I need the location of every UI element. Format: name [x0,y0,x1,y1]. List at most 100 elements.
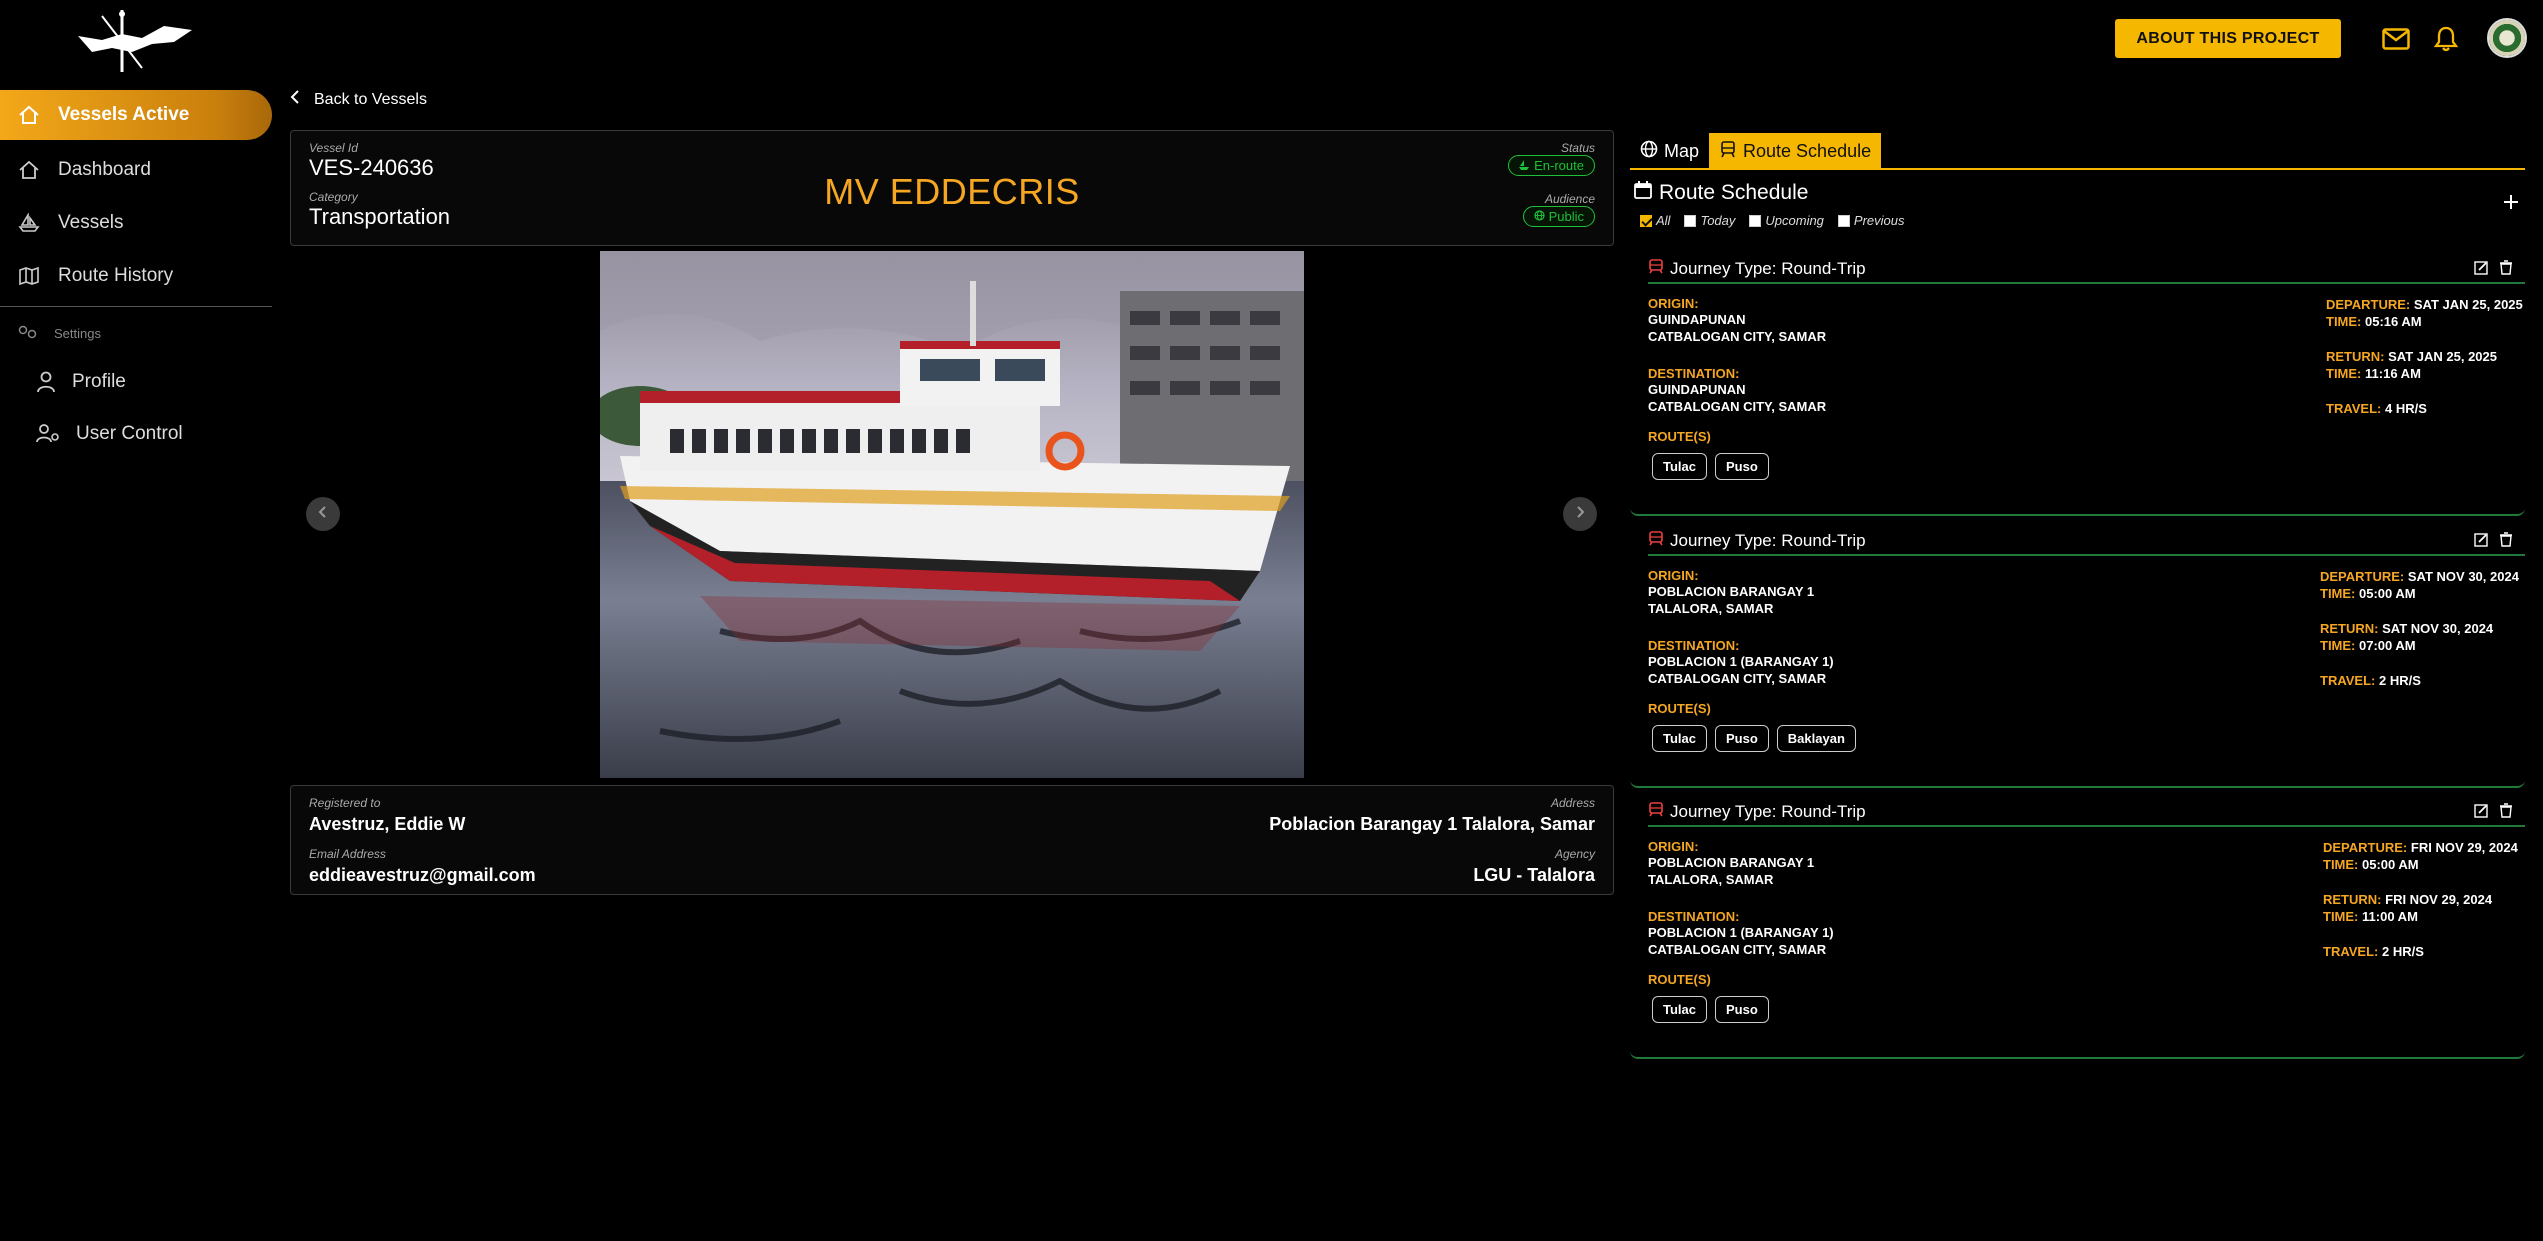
owner-info-card: Registered to Avestruz, Eddie W Email Ad… [290,785,1614,895]
vessel-name: MV EDDECRIS [824,171,1080,212]
route-chip[interactable]: Tulac [1652,725,1707,752]
destination-line1: POBLACION 1 (BARANGAY 1) [1648,925,1834,940]
trash-icon[interactable] [2499,803,2513,823]
schedule-filters: All Today Upcoming Previous [1640,213,1905,228]
globe-icon [1640,140,1658,163]
home-outline-icon [18,159,40,181]
chevron-right-icon [1575,505,1585,524]
journey-type: Journey Type: Round-Trip [1648,530,1866,551]
tab-route-schedule[interactable]: Route Schedule [1709,133,1882,169]
audience-badge: Public [1522,206,1595,227]
journey-divider [1648,282,2525,284]
carousel-next-button[interactable] [1563,497,1597,531]
mail-icon[interactable] [2381,24,2411,54]
view-tabs: Map Route Schedule [1630,133,1882,169]
carousel-prev-button[interactable] [306,497,340,531]
edit-icon[interactable] [2474,532,2489,552]
profile-avatar[interactable] [2487,18,2527,58]
sidebar-item-label: Route History [58,264,174,286]
about-project-button[interactable]: ABOUT THIS PROJECT [2115,19,2341,58]
address-value: Poblacion Barangay 1 Talalora, Samar [1269,814,1595,834]
filter-checkbox[interactable] [1837,214,1850,227]
destination-line2: CATBALOGAN CITY, SAMAR [1648,942,1827,957]
destination-line1: GUINDAPUNAN [1648,382,1746,397]
globe-small-icon [1533,209,1545,224]
plus-icon [2502,186,2520,217]
destination-line1: POBLACION 1 (BARANGAY 1) [1648,654,1834,669]
destination-line2: CATBALOGAN CITY, SAMAR [1648,399,1827,414]
journey-card: Journey Type: Round-Trip ORIGIN: POBLACI… [1630,530,2525,788]
tab-underline [1630,168,2525,170]
route-chip[interactable]: Tulac [1652,453,1707,480]
sidebar-item-user-control[interactable]: User Control [36,423,183,445]
route-chip[interactable]: Puso [1715,453,1769,480]
app-logo[interactable] [72,8,208,74]
settings-section-label: Settings [18,325,101,342]
audience-label: Audience [1544,192,1595,206]
sidebar-item-label: Vessels [58,211,124,233]
trash-icon[interactable] [2499,260,2513,280]
filter-upcoming[interactable]: Upcoming [1749,213,1824,228]
vessel-info-card: Vessel Id VES-240636 Category Transporta… [290,130,1614,246]
sidebar-item-profile[interactable]: Profile [36,371,126,393]
filter-checkbox[interactable] [1684,214,1697,227]
schedule-times: DEPARTURE: SAT NOV 30, 2024 TIME: 05:00 … [2320,569,2519,688]
tab-map[interactable]: Map [1630,133,1709,169]
sidebar: Vessels Active Dashboard Vessels Route H… [0,90,275,302]
email-label: Email Address [309,847,386,861]
origin-line2: CATBALOGAN CITY, SAMAR [1648,329,1827,344]
email-value: eddieavestruz@gmail.com [309,865,536,885]
sidebar-item-label: Vessels Active [58,104,190,125]
trash-icon[interactable] [2499,532,2513,552]
registered-name: Avestruz, Eddie W [309,814,466,834]
route-chip[interactable]: Tulac [1652,996,1707,1023]
add-schedule-button[interactable] [2502,188,2520,216]
origin-line1: POBLACION BARANGAY 1 [1648,584,1815,599]
route-chips: Tulac Puso [1652,996,1769,1023]
journey-type: Journey Type: Round-Trip [1648,801,1866,822]
sidebar-item-vessels-active[interactable]: Vessels Active [0,90,272,140]
sidebar-item-dashboard[interactable]: Dashboard [0,143,275,196]
map-icon [18,265,40,287]
sidebar-divider [0,306,272,307]
bus-red-icon [1648,801,1664,822]
back-to-vessels-link[interactable]: Back to Vessels [290,90,427,109]
route-chips: Tulac Puso [1652,453,1769,480]
home-icon [18,104,40,126]
filter-today[interactable]: Today [1684,213,1735,228]
bell-icon[interactable] [2431,24,2461,54]
route-chip[interactable]: Puso [1715,725,1769,752]
bus-red-icon [1648,258,1664,279]
address-label: Address [1550,796,1595,810]
edit-icon[interactable] [2474,260,2489,280]
origin-line1: POBLACION BARANGAY 1 [1648,855,1815,870]
sidebar-item-route-history[interactable]: Route History [0,249,275,302]
person-icon [36,371,56,393]
origin-line2: TALALORA, SAMAR [1648,872,1774,887]
sidebar-item-label: Dashboard [58,158,151,180]
filter-all[interactable]: All [1640,213,1670,228]
edit-icon[interactable] [2474,803,2489,823]
schedule-times: DEPARTURE: FRI NOV 29, 2024 TIME: 05:00 … [2323,840,2518,959]
schedule-times: DEPARTURE: SAT JAN 25, 2025 TIME: 05:16 … [2326,297,2523,416]
origin-line1: GUINDAPUNAN [1648,312,1746,327]
filter-previous[interactable]: Previous [1837,213,1905,228]
journey-card: Journey Type: Round-Trip ORIGIN: POBLACI… [1630,801,2525,1059]
filter-checkbox[interactable] [1640,214,1652,227]
settings-icon [18,325,38,342]
ship-icon [18,212,40,234]
journey-divider [1648,825,2525,827]
users-gear-icon [36,423,60,445]
calendar-icon [1633,180,1653,206]
origin-line2: TALALORA, SAMAR [1648,601,1774,616]
route-schedule-title: Route Schedule [1633,180,1808,206]
route-chip[interactable]: Puso [1715,996,1769,1023]
status-label: Status [1560,141,1595,155]
sidebar-item-vessels[interactable]: Vessels [0,196,275,249]
chevron-left-icon [318,505,328,524]
vessel-id-label: Vessel Id [309,141,358,155]
route-chip[interactable]: Baklayan [1776,725,1856,752]
journey-card: Journey Type: Round-Trip ORIGIN: GUINDAP… [1630,258,2525,516]
status-badge: En-route [1508,155,1595,176]
filter-checkbox[interactable] [1749,214,1762,227]
